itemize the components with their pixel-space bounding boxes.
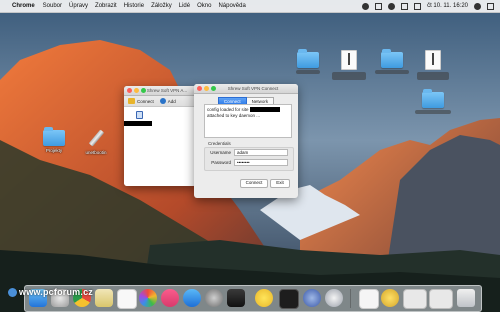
desktop-label-unetbootin: unetbootin xyxy=(85,150,107,155)
desktop-folder-top-1[interactable] xyxy=(285,49,331,75)
menu-historie[interactable]: Historie xyxy=(124,3,144,9)
vlc-or-app-icon[interactable] xyxy=(227,289,245,307)
screenshot-stack-icon[interactable] xyxy=(403,289,427,309)
desktop-label-right xyxy=(415,110,451,114)
vpn-access-manager-window: Shrew Soft VPN A... Connect Add xyxy=(124,86,196,186)
folder-icon xyxy=(43,127,65,146)
airplay-icon[interactable] xyxy=(375,2,383,10)
system-preferences-icon[interactable] xyxy=(205,289,223,307)
main-window-titlebar[interactable]: Shrew Soft VPN A... xyxy=(124,86,196,96)
terminal-icon[interactable] xyxy=(279,289,299,309)
desktop-file-top-2[interactable] xyxy=(410,50,456,81)
dock-separator xyxy=(350,289,351,308)
document-icon[interactable] xyxy=(359,289,379,309)
watermark-logo-icon xyxy=(8,288,17,298)
menu-soubor[interactable]: Soubor xyxy=(43,3,62,9)
desktop-label-top-file-1 xyxy=(332,72,366,80)
close-icon[interactable] xyxy=(127,88,132,93)
minimize-icon[interactable] xyxy=(204,86,209,91)
exit-button[interactable]: Exit xyxy=(270,179,290,188)
menu-napoveda[interactable]: Nápověda xyxy=(218,3,245,9)
connect-button[interactable]: Connect xyxy=(240,179,268,188)
shrew-vpn-icon[interactable] xyxy=(303,289,321,307)
menu-app-name[interactable]: Chrome xyxy=(12,3,35,9)
main-window-title: Shrew Soft VPN A... xyxy=(146,88,188,93)
minimize-icon[interactable] xyxy=(134,88,139,93)
window-thumbnail-icon[interactable] xyxy=(429,289,453,309)
desktop-file-top-1[interactable] xyxy=(326,50,372,81)
app-store-icon[interactable] xyxy=(183,289,201,307)
redacted-site-address xyxy=(249,107,280,113)
dialog-titlebar[interactable]: Shrew Soft VPN Connect xyxy=(194,84,298,94)
desktop-label-projekty: Projekty xyxy=(45,148,63,153)
connect-toolbar-label: Connect xyxy=(137,98,154,104)
menubar-status-area: čt 10. 11. 16:20 xyxy=(362,0,494,12)
zoom-icon[interactable] xyxy=(211,86,216,91)
username-field[interactable]: adam xyxy=(234,149,288,156)
menu-bar: Chrome Soubor Úpravy Zobrazit Historie Z… xyxy=(0,0,500,13)
password-label: Password xyxy=(211,160,231,165)
zip-file-icon xyxy=(425,50,441,70)
cloud-icon[interactable] xyxy=(362,2,370,10)
credentials-group-label: Credentials xyxy=(208,141,231,146)
downloads-stack-icon[interactable] xyxy=(381,289,399,307)
connection-log[interactable]: config loaded for site attached to key d… xyxy=(204,104,292,138)
notification-center-icon[interactable] xyxy=(487,2,494,10)
flag-icon[interactable] xyxy=(401,2,409,10)
desktop-label-top-1 xyxy=(296,70,320,74)
add-icon xyxy=(159,98,166,104)
menu-okno[interactable]: Okno xyxy=(197,3,211,9)
username-label: Username xyxy=(210,150,231,155)
add-toolbar-button[interactable]: Add xyxy=(159,98,176,104)
trash-icon[interactable] xyxy=(457,289,475,307)
close-icon[interactable] xyxy=(197,86,202,91)
wifi-icon[interactable] xyxy=(388,2,396,10)
password-field[interactable]: •••••••• xyxy=(234,159,288,166)
add-toolbar-label: Add xyxy=(167,98,176,104)
main-window-toolbar: Connect Add xyxy=(124,96,196,107)
site-list[interactable] xyxy=(124,107,196,186)
folder-icon xyxy=(422,89,444,108)
redacted-site-name[interactable] xyxy=(124,121,152,126)
dialog-title: Shrew Soft VPN Connect xyxy=(227,86,279,91)
cyberduck-icon[interactable] xyxy=(255,289,273,307)
desktop-app-unetbootin[interactable]: unetbootin xyxy=(73,128,119,155)
desktop-folder-top-2[interactable] xyxy=(369,49,415,75)
reminders-icon[interactable] xyxy=(117,289,137,309)
usb-drive-icon xyxy=(86,128,106,148)
vpn-connect-dialog: Shrew Soft VPN Connect Connect Network c… xyxy=(194,84,298,198)
notes-icon[interactable] xyxy=(95,289,113,307)
log-line: attached to key daemon ... xyxy=(207,113,261,118)
menubar-clock[interactable]: čt 10. 11. 16:20 xyxy=(427,3,468,9)
network-utility-icon[interactable] xyxy=(325,289,343,307)
zip-file-icon xyxy=(341,50,357,70)
site-lock-icon xyxy=(136,111,143,119)
menu-upravy[interactable]: Úpravy xyxy=(69,3,88,9)
photos-icon[interactable] xyxy=(139,289,157,307)
connect-toolbar-button[interactable]: Connect xyxy=(128,98,154,104)
watermark: www.pcforum.cz xyxy=(8,287,93,298)
itunes-icon[interactable] xyxy=(161,289,179,307)
folder-icon xyxy=(297,49,319,68)
menu-zobrazit[interactable]: Zobrazit xyxy=(95,3,117,9)
desktop-folder-right[interactable] xyxy=(410,89,456,115)
menu-zalozky[interactable]: Záložky xyxy=(151,3,172,9)
connect-icon xyxy=(128,98,135,104)
battery-icon[interactable] xyxy=(414,2,422,10)
desktop-label-top-file-2 xyxy=(417,72,449,80)
zoom-icon[interactable] xyxy=(141,88,146,93)
desktop-label-top-2 xyxy=(375,70,409,74)
search-icon[interactable] xyxy=(474,2,481,10)
menu-lide[interactable]: Lidé xyxy=(179,3,190,9)
folder-icon xyxy=(381,49,403,68)
desktop-folder-projekty[interactable]: Projekty xyxy=(31,127,77,153)
watermark-text: www.pcforum.cz xyxy=(19,287,93,297)
